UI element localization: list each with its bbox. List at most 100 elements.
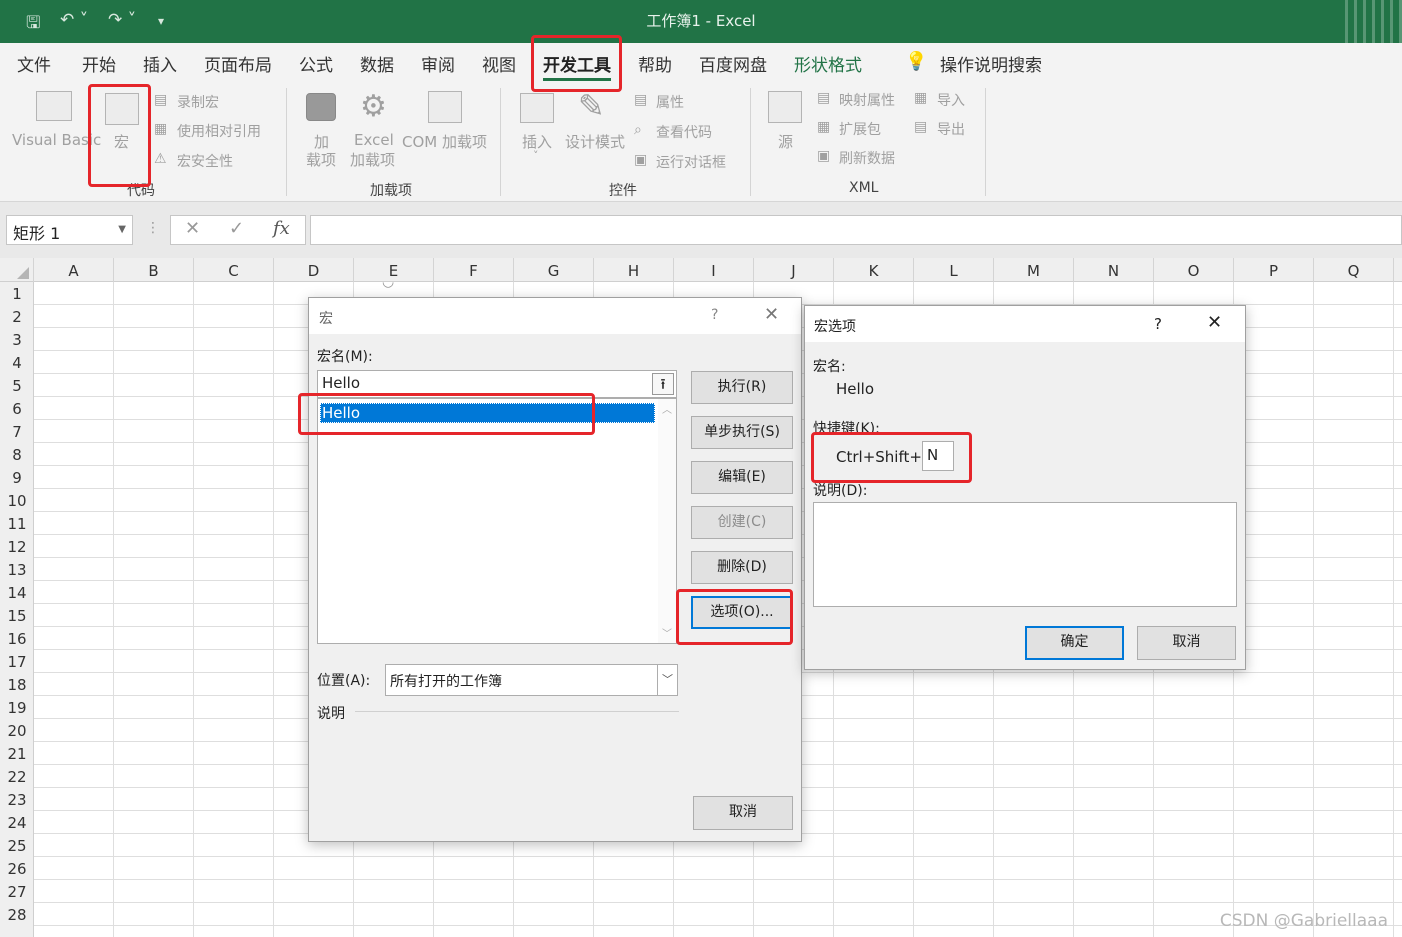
xml-source-button[interactable]: 源 bbox=[778, 131, 793, 152]
close-icon[interactable]: ✕ bbox=[1207, 312, 1222, 333]
row-header[interactable]: 24 bbox=[0, 811, 34, 834]
scrollbar[interactable]: ︿ ﹀ bbox=[658, 399, 676, 643]
com-addins-button[interactable]: COM 加载项 bbox=[402, 131, 487, 152]
refresh-data-button[interactable]: 刷新数据 bbox=[839, 148, 895, 168]
row-header[interactable]: 1 bbox=[0, 282, 34, 305]
column-header[interactable]: I bbox=[674, 258, 754, 282]
column-header[interactable]: K bbox=[834, 258, 914, 282]
row-header[interactable]: 16 bbox=[0, 627, 34, 650]
row-header[interactable]: 17 bbox=[0, 650, 34, 673]
tab-formulas[interactable]: 公式 bbox=[299, 51, 333, 76]
column-header[interactable]: H bbox=[594, 258, 674, 282]
edit-button[interactable]: 编辑(E) bbox=[691, 461, 793, 494]
expansion-packs-button[interactable]: 扩展包 bbox=[839, 119, 881, 139]
column-header[interactable]: B bbox=[114, 258, 194, 282]
column-header[interactable]: M bbox=[994, 258, 1074, 282]
row-header[interactable]: 5 bbox=[0, 374, 34, 397]
row-header[interactable]: 4 bbox=[0, 351, 34, 374]
row-header[interactable]: 20 bbox=[0, 719, 34, 742]
name-box[interactable]: 矩形 1 ▼ bbox=[6, 215, 133, 245]
help-button[interactable]: ? bbox=[1154, 315, 1162, 333]
help-button[interactable]: ? bbox=[711, 307, 718, 323]
row-header[interactable]: 22 bbox=[0, 765, 34, 788]
chevron-up-icon[interactable]: ︿ bbox=[662, 401, 672, 416]
column-header[interactable]: A bbox=[34, 258, 114, 282]
cancel-button[interactable]: 取消 bbox=[1137, 626, 1236, 660]
record-macro-button[interactable]: 录制宏 bbox=[177, 92, 219, 112]
chevron-down-icon[interactable]: ▼ bbox=[118, 224, 126, 235]
location-select[interactable]: 所有打开的工作簿 ﹀ bbox=[385, 664, 678, 696]
upload-icon[interactable]: ⭱ bbox=[652, 373, 674, 395]
row-header[interactable]: 23 bbox=[0, 788, 34, 811]
tab-page-layout[interactable]: 页面布局 bbox=[204, 51, 272, 76]
column-header[interactable]: J bbox=[754, 258, 834, 282]
map-properties-button[interactable]: 映射属性 bbox=[839, 90, 895, 110]
run-button[interactable]: 执行(R) bbox=[691, 371, 793, 404]
chevron-down-icon[interactable]: ﹀ bbox=[662, 625, 672, 640]
row-header[interactable]: 12 bbox=[0, 535, 34, 558]
step-into-button[interactable]: 单步执行(S) bbox=[691, 416, 793, 449]
tab-home[interactable]: 开始 bbox=[82, 51, 116, 76]
cancel-icon[interactable]: ✕ bbox=[185, 218, 200, 239]
tab-help[interactable]: 帮助 bbox=[638, 51, 672, 76]
tab-file[interactable]: 文件 bbox=[17, 51, 51, 76]
delete-button[interactable]: 删除(D) bbox=[691, 551, 793, 584]
enter-icon[interactable]: ✓ bbox=[229, 218, 244, 239]
column-header[interactable]: O bbox=[1154, 258, 1234, 282]
column-header[interactable]: P bbox=[1234, 258, 1314, 282]
design-mode-button[interactable]: 设计模式 bbox=[565, 131, 625, 152]
column-header[interactable]: N bbox=[1074, 258, 1154, 282]
export-button[interactable]: 导出 bbox=[937, 119, 965, 139]
row-header[interactable]: 25 bbox=[0, 834, 34, 857]
excel-addins-line2[interactable]: 加载项 bbox=[350, 149, 395, 170]
drag-handle-icon[interactable]: ⋮ bbox=[146, 220, 160, 236]
column-header[interactable]: Q bbox=[1314, 258, 1394, 282]
row-header[interactable]: 27 bbox=[0, 880, 34, 903]
lightbulb-icon[interactable]: 💡 bbox=[905, 51, 927, 72]
row-header[interactable]: 14 bbox=[0, 581, 34, 604]
macro-security-button[interactable]: 宏安全性 bbox=[177, 151, 233, 171]
row-header[interactable]: 9 bbox=[0, 466, 34, 489]
select-all-corner[interactable] bbox=[0, 258, 34, 282]
row-header[interactable]: 15 bbox=[0, 604, 34, 627]
column-header[interactable]: G bbox=[514, 258, 594, 282]
chevron-down-icon[interactable]: ﹀ bbox=[657, 665, 677, 695]
column-header[interactable]: D bbox=[274, 258, 354, 282]
import-button[interactable]: 导入 bbox=[937, 90, 965, 110]
description-textarea[interactable] bbox=[813, 502, 1237, 607]
row-header[interactable]: 6 bbox=[0, 397, 34, 420]
row-header[interactable]: 18 bbox=[0, 673, 34, 696]
row-header[interactable]: 2 bbox=[0, 305, 34, 328]
close-icon[interactable]: ✕ bbox=[764, 304, 779, 325]
column-header[interactable]: C bbox=[194, 258, 274, 282]
row-header[interactable]: 21 bbox=[0, 742, 34, 765]
tell-me-search[interactable]: 操作说明搜索 bbox=[940, 51, 1042, 76]
cancel-button[interactable]: 取消 bbox=[693, 796, 793, 830]
row-header[interactable]: 13 bbox=[0, 558, 34, 581]
column-header[interactable]: L bbox=[914, 258, 994, 282]
relative-reference-button[interactable]: 使用相对引用 bbox=[177, 121, 261, 141]
tab-data[interactable]: 数据 bbox=[360, 51, 394, 76]
properties-button[interactable]: 属性 bbox=[656, 92, 684, 112]
row-header[interactable]: 19 bbox=[0, 696, 34, 719]
formula-input[interactable] bbox=[310, 215, 1402, 245]
tab-view[interactable]: 视图 bbox=[482, 51, 516, 76]
tab-insert[interactable]: 插入 bbox=[143, 51, 177, 76]
tab-baidu-netdisk[interactable]: 百度网盘 bbox=[699, 51, 767, 76]
row-header[interactable]: 8 bbox=[0, 443, 34, 466]
row-header[interactable]: 3 bbox=[0, 328, 34, 351]
ok-button[interactable]: 确定 bbox=[1025, 626, 1124, 660]
tab-shape-format[interactable]: 形状格式 bbox=[794, 51, 862, 76]
row-header[interactable]: 7 bbox=[0, 420, 34, 443]
insert-function-icon[interactable]: fx bbox=[273, 218, 290, 239]
rotation-handle-icon[interactable]: ◡ bbox=[382, 274, 394, 290]
row-header[interactable]: 28 bbox=[0, 903, 34, 926]
create-button[interactable]: 创建(C) bbox=[691, 506, 793, 539]
addins-button-line2[interactable]: 载项 bbox=[306, 149, 336, 170]
excel-addins-line1[interactable]: Excel bbox=[354, 131, 394, 149]
row-header[interactable]: 26 bbox=[0, 857, 34, 880]
column-header[interactable]: F bbox=[434, 258, 514, 282]
row-header[interactable]: 11 bbox=[0, 512, 34, 535]
tab-review[interactable]: 审阅 bbox=[421, 51, 455, 76]
run-dialog-button[interactable]: 运行对话框 bbox=[656, 152, 726, 172]
